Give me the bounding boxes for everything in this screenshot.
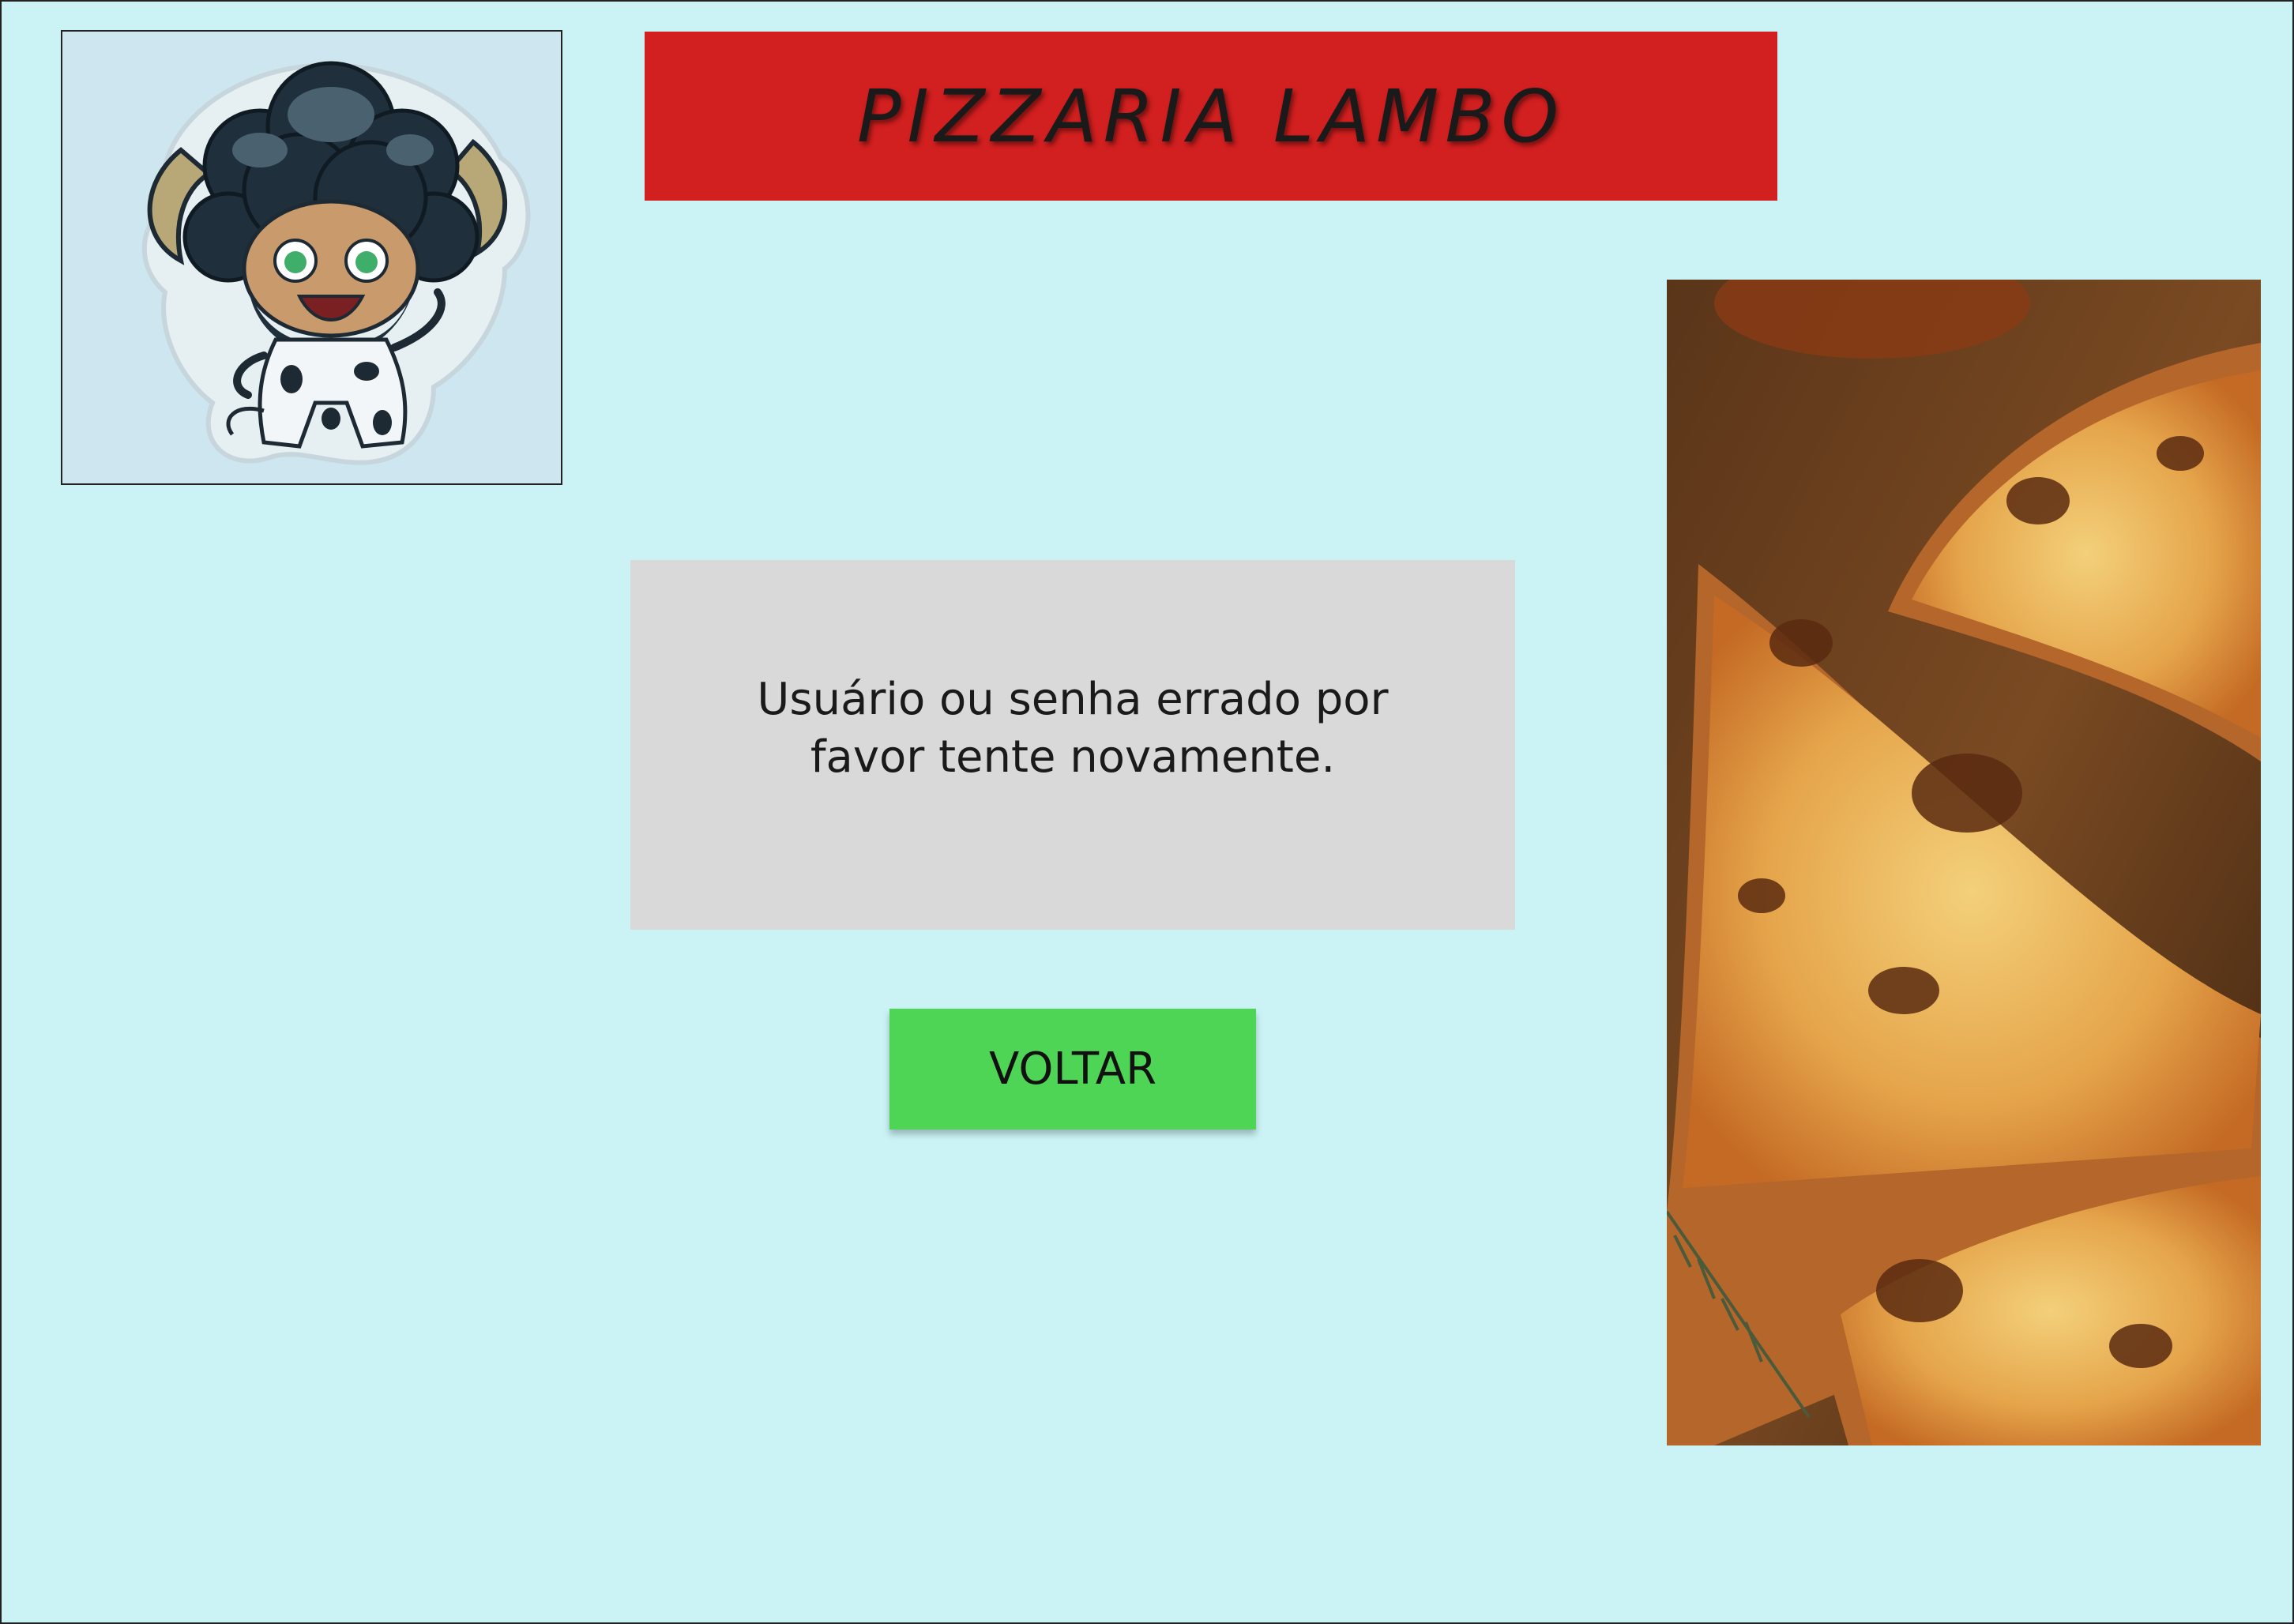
logo-image: [61, 30, 562, 485]
page-frame: PIZZARIA LAMBO Usuário ou senha errado p…: [0, 0, 2294, 1624]
back-button[interactable]: VOLTAR: [889, 1009, 1256, 1130]
pizza-photo: [1667, 280, 2261, 1445]
page-title: PIZZARIA LAMBO: [857, 73, 1565, 159]
title-banner: PIZZARIA LAMBO: [645, 32, 1777, 201]
pizza-image: [1667, 280, 2261, 1445]
error-message-text: Usuário ou senha errado por favor tente …: [757, 674, 1389, 783]
bull-mascot-icon: [141, 61, 531, 465]
error-message-box: Usuário ou senha errado por favor tente …: [630, 560, 1515, 930]
